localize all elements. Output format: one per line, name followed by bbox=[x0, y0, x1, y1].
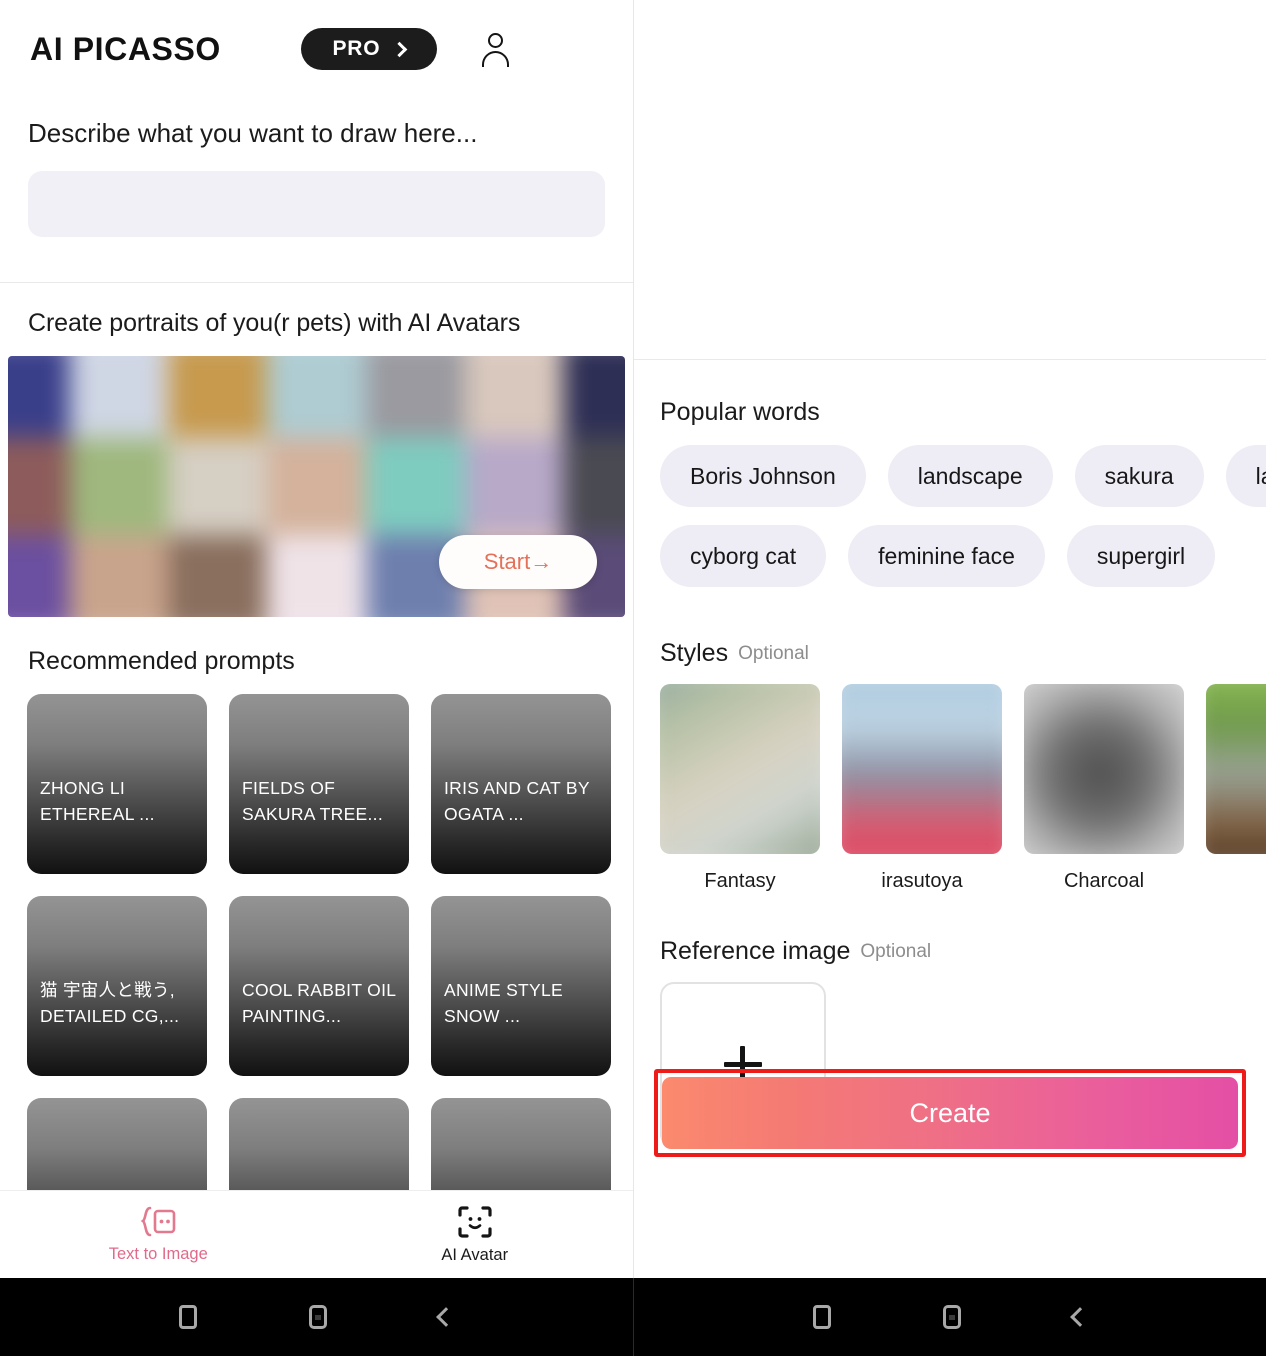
recommended-prompts-grid: ZHONG LI ETHEREAL ... FIELDS OF SAKURA T… bbox=[0, 676, 633, 1278]
style-option-label: Charcoal bbox=[1063, 870, 1145, 892]
text-to-image-icon bbox=[140, 1206, 176, 1237]
style-thumbnail-image bbox=[1024, 684, 1184, 854]
recommended-prompt-card[interactable]: ZHONG LI ETHEREAL ... bbox=[27, 694, 207, 874]
popular-word-chip[interactable]: Boris Johnson bbox=[660, 445, 866, 507]
recommended-prompt-card[interactable]: ANIME STYLE SNOW ... bbox=[431, 896, 611, 1076]
styles-optional-label: Optional bbox=[738, 643, 809, 664]
reference-image-title: Reference image Optional bbox=[633, 937, 1266, 966]
styles-thumbnail-row: Fantasy irasutoya Charcoal bbox=[633, 684, 1266, 893]
create-button[interactable]: Create bbox=[662, 1077, 1238, 1149]
dual-screenshot-panels: AI PICASSO PRO Describe what you want to… bbox=[0, 0, 1266, 1278]
home-icon[interactable] bbox=[309, 1305, 328, 1329]
recommended-prompt-card[interactable]: FIELDS OF SAKURA TREE... bbox=[229, 694, 409, 874]
square-recents-icon[interactable] bbox=[179, 1305, 198, 1329]
android-system-nav-bars bbox=[0, 1278, 1266, 1356]
recommended-prompt-card[interactable]: COOL RABBIT OIL PAINTING... bbox=[229, 896, 409, 1076]
style-option[interactable]: Fantasy bbox=[660, 684, 820, 893]
recommended-prompt-card[interactable]: IRIS AND CAT BY OGATA ... bbox=[431, 694, 611, 874]
ai-avatars-banner[interactable]: Start→ bbox=[8, 356, 625, 617]
section-divider-2 bbox=[633, 359, 1266, 360]
popular-words-row-2: cyborg cat feminine face supergirl bbox=[633, 525, 1266, 587]
face-scan-icon bbox=[458, 1205, 492, 1238]
style-option[interactable]: irasutoya bbox=[842, 684, 1002, 893]
account-person-icon[interactable] bbox=[479, 32, 513, 68]
account-body-shape bbox=[481, 51, 509, 68]
popular-words-title: Popular words bbox=[660, 398, 820, 426]
app-header: AI PICASSO PRO bbox=[0, 0, 633, 80]
prompt-editor-header: Epic mountain. An hyper detailed fantasy… bbox=[633, 0, 1266, 303]
style-option[interactable]: Charcoal bbox=[1024, 684, 1184, 893]
panel-divider bbox=[633, 0, 634, 1278]
recommended-prompt-card[interactable]: 猫 宇宙人と戦う, DETAILED CG,... bbox=[27, 896, 207, 1076]
styles-title-text: Styles bbox=[660, 639, 729, 667]
recommended-prompt-caption: IRIS AND CAT BY OGATA ... bbox=[444, 778, 590, 824]
back-chevron-icon[interactable] bbox=[436, 1307, 457, 1327]
back-chevron-icon[interactable] bbox=[1069, 1307, 1090, 1327]
popular-word-chip[interactable]: sakura bbox=[1074, 445, 1204, 507]
right-app-screen: Epic mountain. An hyper detailed fantasy… bbox=[633, 0, 1266, 1278]
tab-ai-avatar-label: AI Avatar bbox=[441, 1245, 509, 1264]
create-button-highlight: Create bbox=[654, 1069, 1246, 1157]
android-nav-left bbox=[0, 1278, 633, 1356]
style-thumbnail-image bbox=[1206, 684, 1266, 854]
style-thumbnail-image bbox=[660, 684, 820, 854]
popular-word-chip[interactable]: feminine face bbox=[848, 525, 1045, 587]
tab-ai-avatar[interactable]: AI Avatar bbox=[317, 1191, 634, 1278]
recommended-prompt-caption: ZHONG LI ETHEREAL ... bbox=[40, 778, 155, 824]
account-head-shape bbox=[487, 33, 503, 49]
pro-badge-button[interactable]: PRO bbox=[300, 28, 437, 71]
popular-words-section: Popular words Boris Johnson landscape sa… bbox=[633, 398, 1266, 587]
avatars-start-button[interactable]: Start→ bbox=[439, 535, 597, 589]
recommended-prompt-caption: COOL RABBIT OIL PAINTING... bbox=[242, 980, 396, 1026]
left-app-screen: AI PICASSO PRO Describe what you want to… bbox=[0, 0, 633, 1278]
pro-badge-label: PRO bbox=[332, 37, 381, 61]
popular-words-row-1: Boris Johnson landscape sakura lake bbox=[633, 445, 1266, 507]
styles-title: Styles Optional bbox=[633, 639, 1266, 668]
reference-image-title-text: Reference image bbox=[660, 937, 851, 965]
recommended-prompt-caption: 猫 宇宙人と戦う, DETAILED CG,... bbox=[40, 980, 180, 1026]
square-recents-icon[interactable] bbox=[812, 1305, 831, 1329]
style-option-label: Fantasy bbox=[704, 870, 776, 892]
describe-section-title: Describe what you want to draw here... bbox=[28, 118, 478, 149]
popular-word-chip[interactable]: cyborg cat bbox=[660, 525, 827, 587]
recommended-prompt-caption: FIELDS OF SAKURA TREE... bbox=[242, 778, 384, 824]
recommended-prompt-caption: ANIME STYLE SNOW ... bbox=[444, 980, 564, 1026]
bottom-tab-bar: Text to Image AI Avatar bbox=[0, 1190, 633, 1278]
ai-avatars-title: Create portraits of you(r pets) with AI … bbox=[28, 309, 521, 338]
popular-word-chip[interactable]: lake bbox=[1225, 445, 1266, 507]
popular-word-chip[interactable]: supergirl bbox=[1066, 525, 1216, 587]
chevron-right-icon bbox=[392, 41, 408, 57]
style-option[interactable]: 3D bbox=[1206, 684, 1266, 893]
screenshot-root: AI PICASSO PRO Describe what you want to… bbox=[0, 0, 1266, 1356]
styles-section: Styles Optional Fantasy irasutoya Charco… bbox=[633, 639, 1266, 893]
android-nav-right bbox=[633, 1278, 1266, 1356]
tab-text-to-image[interactable]: Text to Image bbox=[0, 1191, 317, 1278]
style-option-label: irasutoya bbox=[881, 870, 963, 892]
tab-text-to-image-label: Text to Image bbox=[108, 1245, 208, 1263]
recommended-prompts-title: Recommended prompts bbox=[28, 647, 295, 675]
reference-image-optional-label: Optional bbox=[860, 941, 932, 962]
style-thumbnail-image bbox=[842, 684, 1002, 854]
app-brand-logo: AI PICASSO bbox=[30, 30, 221, 67]
popular-word-chip[interactable]: landscape bbox=[887, 445, 1053, 507]
home-icon[interactable] bbox=[942, 1305, 961, 1329]
prompt-input-field[interactable] bbox=[28, 171, 605, 238]
